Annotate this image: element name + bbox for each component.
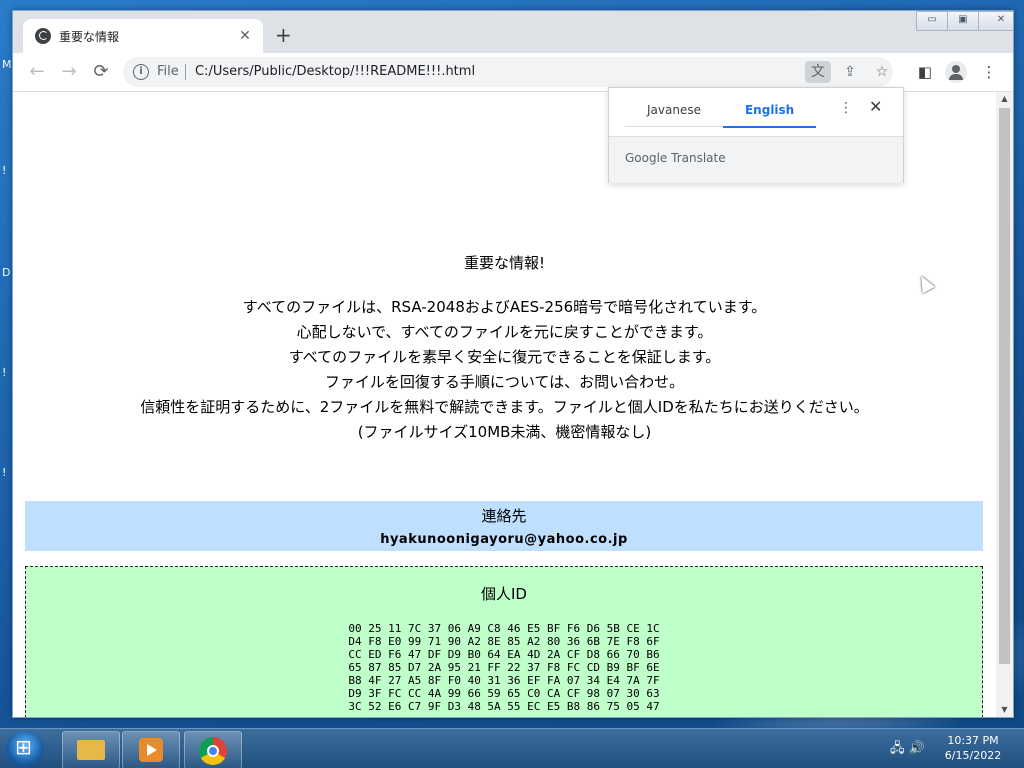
- volume-icon[interactable]: 🔊: [909, 741, 925, 756]
- new-tab-button[interactable]: +: [275, 25, 292, 45]
- media-player-icon: [139, 738, 163, 762]
- contact-section: 連絡先 hyakunoonigayoru@yahoo.co.jp: [25, 501, 983, 551]
- message-line: (ファイルサイズ10MB未満、機密情報なし): [357, 423, 652, 441]
- tab-english[interactable]: English: [722, 88, 817, 128]
- translate-popup: Javanese English ⋮ ✕ Google Translate: [608, 87, 904, 183]
- message-line: すべてのファイルを素早く安全に復元できることを保証します。: [288, 348, 721, 366]
- clock[interactable]: 10:37 PM 6/15/2022: [936, 733, 1010, 763]
- tab-readme[interactable]: 重要な情報 ✕: [23, 19, 263, 53]
- desktop-icon-label[interactable]: D: [2, 266, 10, 279]
- taskbar-chrome[interactable]: [184, 731, 242, 768]
- scheme-label: File: [157, 64, 179, 79]
- tab-close-icon[interactable]: ✕: [235, 28, 255, 44]
- globe-icon: [35, 28, 51, 44]
- contact-heading: 連絡先: [481, 507, 527, 525]
- message-line: 心配しないで、すべてのファイルを元に戻すことができます。: [296, 323, 713, 341]
- page-heading: 重要な情報!: [463, 254, 545, 272]
- taskbar: 🖧 🔊 10:37 PM 6/15/2022: [0, 728, 1024, 768]
- window-controls: ▭ ▣ ✕: [916, 11, 1013, 31]
- close-window-button[interactable]: ✕: [978, 11, 1013, 31]
- forward-button[interactable]: →: [57, 61, 81, 83]
- desktop-icon-label[interactable]: !: [2, 466, 6, 479]
- google-translate-label: Google Translate: [625, 151, 726, 165]
- vertical-scrollbar[interactable]: ▲ ▼: [996, 92, 1013, 717]
- reload-button[interactable]: ⟳: [89, 61, 113, 83]
- info-icon[interactable]: i: [133, 64, 149, 80]
- back-button[interactable]: ←: [25, 61, 49, 83]
- personal-id-heading: 個人ID: [481, 585, 527, 603]
- personal-id-hex: 00 25 11 7C 37 06 A9 C8 46 E5 BF F6 D6 5…: [348, 622, 660, 713]
- desktop-icon-label[interactable]: !: [2, 366, 6, 379]
- tab-strip: 重要な情報 ✕ + ▭ ▣ ✕: [13, 11, 1013, 53]
- chrome-icon: [199, 737, 227, 765]
- profile-icon[interactable]: [945, 61, 967, 83]
- translate-language-tabs: Javanese English: [625, 88, 817, 128]
- clock-time: 10:37 PM: [947, 734, 999, 747]
- clock-date: 6/15/2022: [944, 749, 1002, 762]
- tab-title: 重要な情報: [59, 29, 120, 44]
- translate-menu-icon[interactable]: ⋮: [839, 100, 853, 116]
- omnibox-divider: [185, 64, 186, 80]
- browser-window: 重要な情報 ✕ + ▭ ▣ ✕ ← → ⟳ i File C:/Users/Pu…: [12, 10, 1014, 718]
- menu-icon[interactable]: ⋮: [977, 61, 1001, 83]
- desktop-icon-label[interactable]: !: [2, 164, 6, 177]
- scroll-thumb[interactable]: [999, 108, 1010, 664]
- page-viewport: 重要な情報! すべてのファイルは、RSA-2048およびAES-256暗号で暗号…: [13, 92, 996, 717]
- sidepanel-icon[interactable]: ◧: [913, 61, 937, 83]
- desktop-icon-label[interactable]: M: [2, 58, 12, 71]
- contact-email: hyakunoonigayoru@yahoo.co.jp: [380, 532, 628, 547]
- message-line: ファイルを回復する手順については、お問い合わせ。: [324, 373, 685, 391]
- start-button[interactable]: [6, 731, 44, 767]
- address-bar[interactable]: i File C:/Users/Public/Desktop/!!!README…: [123, 57, 893, 87]
- taskbar-media-player[interactable]: [122, 731, 180, 768]
- star-icon[interactable]: ☆: [869, 61, 895, 83]
- tab-javanese[interactable]: Javanese: [625, 88, 723, 127]
- message-line: すべてのファイルは、RSA-2048およびAES-256暗号で暗号化されています…: [242, 298, 767, 316]
- translate-close-icon[interactable]: ✕: [869, 97, 882, 116]
- taskbar-explorer[interactable]: [62, 731, 120, 768]
- scroll-down-arrow-icon[interactable]: ▼: [996, 703, 1013, 717]
- system-tray: 🖧 🔊: [890, 739, 925, 761]
- network-icon[interactable]: 🖧: [890, 741, 905, 756]
- message-line: 信頼性を証明するために、2ファイルを無料で解読できます。ファイルと個人IDを私た…: [140, 398, 869, 416]
- share-icon[interactable]: ⇪: [837, 61, 863, 83]
- folder-icon: [77, 740, 105, 760]
- translate-footer: Google Translate: [609, 136, 903, 183]
- restore-button[interactable]: ▣: [947, 11, 979, 31]
- minimize-button[interactable]: ▭: [916, 11, 948, 31]
- translate-icon[interactable]: 文: [805, 61, 831, 83]
- personal-id-section: 個人ID 00 25 11 7C 37 06 A9 C8 46 E5 BF F6…: [25, 566, 983, 717]
- scroll-up-arrow-icon[interactable]: ▲: [996, 92, 1013, 106]
- ransom-message: 重要な情報! すべてのファイルは、RSA-2048およびAES-256暗号で暗号…: [13, 252, 996, 445]
- url-text[interactable]: C:/Users/Public/Desktop/!!!README!!!.htm…: [195, 64, 475, 79]
